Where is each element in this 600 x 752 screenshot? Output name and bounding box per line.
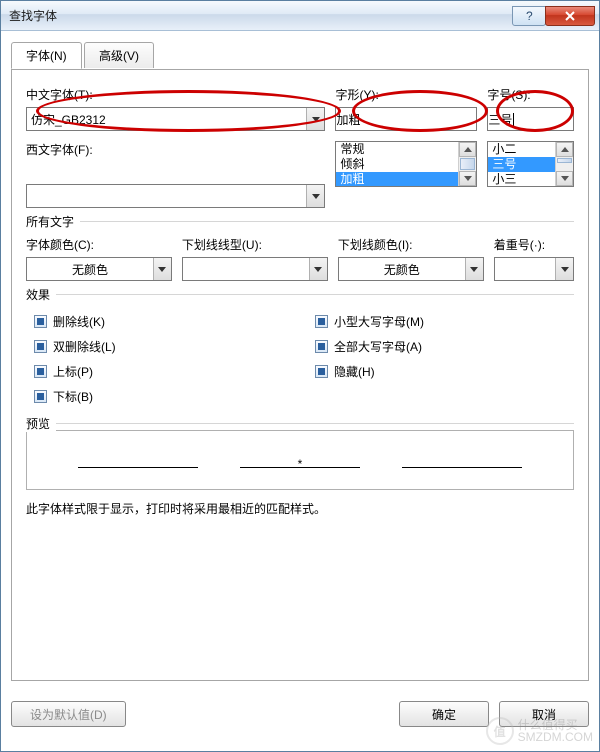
label-chinese-font: 中文字体(T):: [26, 86, 325, 103]
scroll-thumb[interactable]: [557, 158, 572, 163]
size-input[interactable]: 三号: [487, 107, 574, 131]
check-small-caps[interactable]: 小型大写字母(M): [315, 313, 566, 330]
underline-style-combo[interactable]: [182, 257, 328, 281]
list-item[interactable]: 三号: [488, 157, 555, 172]
check-all-caps[interactable]: 全部大写字母(A): [315, 338, 566, 355]
label-underline-color: 下划线颜色(I):: [338, 236, 484, 253]
chinese-font-combo[interactable]: 仿宋_GB2312: [26, 107, 325, 131]
window-title: 查找字体: [1, 7, 57, 24]
preview-note: 此字体样式限于显示，打印时将采用最相近的匹配样式。: [26, 500, 574, 517]
chinese-font-value: 仿宋_GB2312: [27, 111, 306, 128]
label-size: 字号(S):: [487, 86, 574, 103]
chevron-down-icon[interactable]: [556, 171, 573, 186]
preview-line: *: [240, 452, 360, 468]
preview-line: [78, 452, 198, 468]
watermark: 值 什么值得买 SMZDM.COM: [486, 717, 593, 745]
svg-text:?: ?: [526, 11, 533, 21]
ok-button[interactable]: 确定: [399, 701, 489, 727]
group-all-text: 所有文字: [26, 213, 80, 230]
label-underline-style: 下划线线型(U):: [182, 236, 328, 253]
list-item[interactable]: 倾斜: [336, 157, 458, 172]
preview-box: *: [26, 430, 574, 490]
check-strikethrough[interactable]: 删除线(K): [34, 313, 285, 330]
emphasis-combo[interactable]: [494, 257, 574, 281]
scrollbar[interactable]: [458, 142, 476, 186]
scroll-thumb[interactable]: [460, 158, 475, 170]
western-font-combo[interactable]: [26, 184, 325, 208]
preview-line: [402, 452, 522, 468]
style-input[interactable]: 加粗: [335, 107, 477, 131]
dialog-window: 查找字体 ? 字体(N) 高级(V) 中文字体(T): 仿宋_GB2312: [0, 0, 600, 752]
chevron-up-icon[interactable]: [459, 142, 476, 157]
check-superscript[interactable]: 上标(P): [34, 363, 285, 380]
chevron-down-icon[interactable]: [306, 185, 324, 207]
list-item[interactable]: 小二: [488, 142, 555, 157]
group-effects: 效果: [26, 286, 56, 303]
tabstrip: 字体(N) 高级(V): [11, 41, 589, 69]
chevron-down-icon[interactable]: [306, 108, 324, 130]
list-item[interactable]: 小三: [488, 172, 555, 186]
tab-content: 中文字体(T): 仿宋_GB2312 字形(Y): 加粗 字号(S): 三号: [11, 69, 589, 681]
titlebar: 查找字体 ?: [1, 1, 599, 31]
tab-advanced[interactable]: 高级(V): [84, 42, 154, 68]
group-preview: 预览: [26, 415, 56, 432]
label-emphasis: 着重号(·):: [494, 236, 574, 253]
underline-color-combo[interactable]: 无颜色: [338, 257, 484, 281]
style-listbox[interactable]: 常规 倾斜 加粗: [335, 141, 477, 187]
client-area: 字体(N) 高级(V) 中文字体(T): 仿宋_GB2312 字形(Y): 加粗: [1, 31, 599, 751]
tab-font[interactable]: 字体(N): [11, 42, 82, 69]
list-item[interactable]: 常规: [336, 142, 458, 157]
help-button[interactable]: ?: [512, 6, 546, 26]
set-default-button[interactable]: 设为默认值(D): [11, 701, 126, 727]
label-font-color: 字体颜色(C):: [26, 236, 172, 253]
label-western-font: 西文字体(F):: [26, 141, 325, 158]
list-item[interactable]: 加粗: [336, 172, 458, 186]
chevron-down-icon[interactable]: [153, 258, 171, 280]
check-subscript[interactable]: 下标(B): [34, 388, 285, 405]
chevron-down-icon[interactable]: [309, 258, 327, 280]
chevron-down-icon[interactable]: [555, 258, 573, 280]
chevron-up-icon[interactable]: [556, 142, 573, 157]
window-controls: ?: [513, 6, 599, 26]
scrollbar[interactable]: [555, 142, 573, 186]
font-color-combo[interactable]: 无颜色: [26, 257, 172, 281]
check-hidden[interactable]: 隐藏(H): [315, 363, 566, 380]
chevron-down-icon[interactable]: [459, 171, 476, 186]
check-dbl-strikethrough[interactable]: 双删除线(L): [34, 338, 285, 355]
close-button[interactable]: [545, 6, 595, 26]
size-listbox[interactable]: 小二 三号 小三: [487, 141, 574, 187]
label-style: 字形(Y):: [335, 86, 477, 103]
chevron-down-icon[interactable]: [465, 258, 483, 280]
